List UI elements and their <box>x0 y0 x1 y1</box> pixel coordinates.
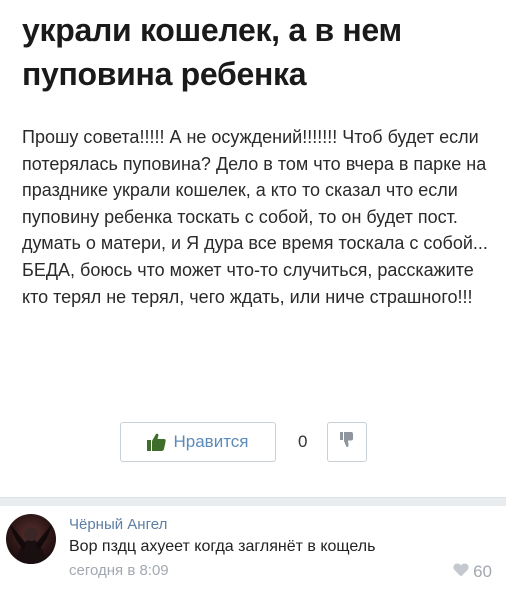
comment: Чёрный Ангел Вор пздц ахуеет когда загля… <box>0 506 506 595</box>
post-actions: Нравится 0 <box>0 420 506 466</box>
comment-author[interactable]: Чёрный Ангел <box>69 516 167 533</box>
section-divider <box>0 497 506 506</box>
post: украли кошелек, а в нем пуповина ребенка… <box>0 0 506 500</box>
comment-text: Вор пздц ахуеет когда заглянёт в кощель <box>69 538 376 555</box>
thumbs-down-icon <box>340 431 354 453</box>
heart-icon <box>453 562 469 582</box>
comment-timestamp: сегодня в 8:09 <box>69 562 169 579</box>
like-label: Нравится <box>173 432 249 451</box>
post-title: украли кошелек, а в нем пуповина ребенка <box>22 12 402 92</box>
dislike-button[interactable] <box>327 422 367 462</box>
like-count: 0 <box>298 432 308 451</box>
comment-like-count: 60 <box>473 562 492 581</box>
post-body: Прошу совета!!!!! А не осуждений!!!!!!! … <box>22 127 488 307</box>
comment-like-button[interactable]: 60 <box>453 562 492 582</box>
thumbs-up-icon <box>147 433 167 451</box>
like-button[interactable]: Нравится <box>120 422 276 462</box>
avatar[interactable] <box>6 514 56 564</box>
